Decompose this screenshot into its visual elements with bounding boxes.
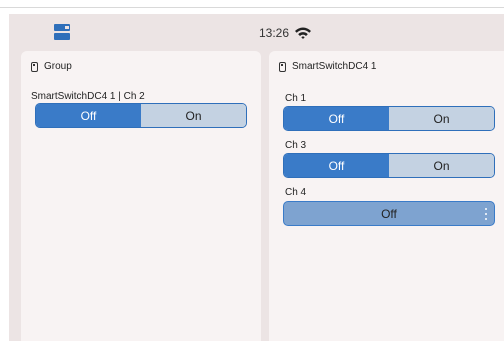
ch3-toggle: Off On <box>283 153 495 178</box>
ch1-off-button[interactable]: Off <box>284 107 389 130</box>
switch-device-icon <box>31 61 38 72</box>
clock: 13:26 <box>259 26 290 40</box>
group-off-button[interactable]: Off <box>36 104 141 127</box>
ch3-off-button[interactable]: Off <box>284 154 389 177</box>
group-card-title: Group <box>31 61 72 72</box>
group-card: Group SmartSwitchDC4 1 | Ch 2 Off On <box>21 51 261 341</box>
ch1-on-button[interactable]: On <box>389 107 494 130</box>
group-channel-toggle: Off On <box>35 103 247 128</box>
device-card: SmartSwitchDC4 1 Ch 1 Off On Ch 3 Off On… <box>269 51 504 341</box>
app-screen: 13:26 Group SmartSwitchDC4 1 | Ch 2 Off … <box>9 14 504 341</box>
ch3-on-button[interactable]: On <box>389 154 494 177</box>
device-title-text: SmartSwitchDC4 1 <box>292 61 377 72</box>
group-title-text: Group <box>44 61 72 72</box>
group-on-button[interactable]: On <box>141 104 246 127</box>
more-vert-icon[interactable] <box>485 208 488 220</box>
switch-device-icon <box>279 61 286 72</box>
ch1-label: Ch 1 <box>285 93 307 104</box>
grid-icon[interactable] <box>54 24 70 40</box>
ch1-toggle: Off On <box>283 106 495 131</box>
ch4-value-button[interactable]: Off <box>283 201 495 226</box>
group-channel-label: SmartSwitchDC4 1 | Ch 2 <box>31 91 145 102</box>
device-card-title: SmartSwitchDC4 1 <box>279 61 376 72</box>
ch3-label: Ch 3 <box>285 140 307 151</box>
top-divider <box>0 7 504 8</box>
ch4-label: Ch 4 <box>285 187 307 198</box>
ch4-value-label: Off <box>381 206 397 221</box>
wifi-icon <box>295 27 311 39</box>
status-bar: 13:26 <box>9 14 504 48</box>
